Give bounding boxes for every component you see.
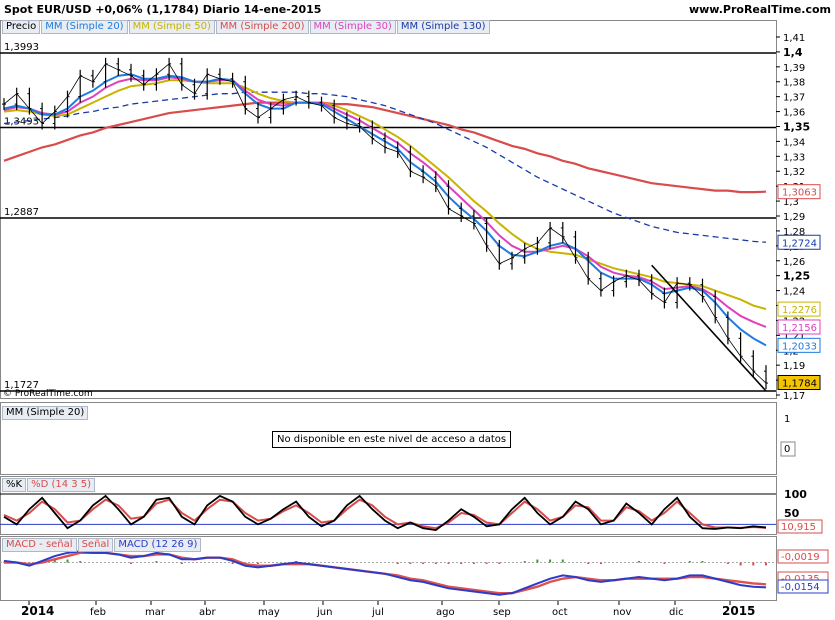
- x-axis-label: ago: [436, 607, 455, 618]
- horizontal-level-label: 1,3993: [4, 42, 39, 53]
- value-tag-label: 1,1784: [782, 378, 817, 389]
- price-y-tick-label: 1,32: [783, 167, 805, 178]
- series-ma130: [3, 91, 767, 243]
- value-tag-label: 1,2276: [782, 305, 817, 316]
- price-y-tick-label: 1,4: [783, 46, 803, 59]
- x-axis-label: abr: [199, 607, 216, 618]
- price-y-tick-label: 1,34: [783, 137, 805, 148]
- price-y-tick-label: 1,35: [783, 120, 810, 133]
- stoch-k-line: [3, 494, 767, 532]
- macd-legend: MACD - señal Señal MACD (12 26 9): [2, 538, 202, 552]
- legend-ma50[interactable]: MM (Simple 50): [128, 20, 215, 34]
- price-y-tick-label: 1,33: [783, 152, 805, 163]
- legend-ma20[interactable]: MM (Simple 20): [41, 20, 128, 34]
- macd-value-label: -0,0154: [781, 582, 820, 593]
- price-y-tick-label: 1,24: [783, 287, 805, 298]
- stoch-y-tick-label: 100: [784, 488, 807, 501]
- chart-canvas: 1,41 1,4 1,39 1,38 1,37 1,361,35 1,34 1,33 1,32 1…: [0, 20, 829, 618]
- panel2-legend-label[interactable]: MM (Simple 20): [2, 406, 89, 420]
- price-y-tick-label: 1,36: [783, 108, 805, 119]
- site-name[interactable]: www.ProRealTime.com: [689, 3, 831, 16]
- price-y-tick-label: 1,17: [783, 391, 805, 402]
- ma-panel-tick: 1: [784, 414, 790, 425]
- trend-line: [651, 264, 767, 392]
- copyright-label: © ProRealTime.com: [3, 389, 93, 399]
- x-axis-label: jun: [316, 607, 332, 618]
- chart-header: Spot EUR/USD +0,06% (1,1784) Diario 14-e…: [0, 0, 835, 20]
- x-axis-label: feb: [90, 607, 106, 618]
- stoch-legend-d[interactable]: %D (14 3 5): [27, 478, 96, 492]
- price-y-tick-label: 1,41: [783, 33, 805, 44]
- stoch-legend-k[interactable]: %K: [2, 478, 27, 492]
- macd-legend-hist[interactable]: MACD - señal: [2, 538, 77, 552]
- stoch-value-label: 10,915: [781, 522, 816, 533]
- x-axis-label: 2015: [722, 604, 755, 618]
- price-y-tick-label: 1,38: [783, 78, 805, 89]
- series-ma20: [3, 73, 767, 347]
- macd-legend-signal[interactable]: Señal: [77, 538, 114, 552]
- horizontal-level-label: 1,2887: [4, 207, 39, 218]
- x-axis-label: mar: [145, 607, 166, 618]
- x-axis-label: oct: [552, 607, 568, 618]
- horizontal-level-label: 1,3493: [4, 117, 39, 128]
- value-tag-label: 1,2724: [782, 238, 817, 249]
- price-y-tick-label: 1,39: [783, 63, 805, 74]
- ma-panel-tick: 0: [784, 444, 790, 455]
- data-unavailable-notice: No disponible en este nivel de acceso a …: [272, 431, 512, 448]
- x-axis-label: jul: [371, 607, 384, 618]
- stoch-y-tick-label: 50: [784, 507, 800, 520]
- value-tag-label: 1,2033: [782, 341, 817, 352]
- price-y-tick-label: 1,25: [783, 270, 810, 283]
- panel2-legend: MM (Simple 20): [2, 406, 89, 420]
- x-axis-label: nov: [613, 607, 631, 618]
- legend-ma30[interactable]: MM (Simple 30): [309, 20, 396, 34]
- x-axis-label: sep: [493, 607, 511, 618]
- macd-line: [3, 550, 767, 596]
- value-tag-label: 1,3063: [782, 188, 817, 199]
- value-tag-label: 1,2156: [782, 323, 817, 334]
- price-y-tick-label: 1,29: [783, 212, 805, 223]
- price-y-tick-label: 1,19: [783, 361, 805, 372]
- legend-ma200[interactable]: MM (Simple 200): [215, 20, 309, 34]
- price-y-tick-label: 1,37: [783, 93, 805, 104]
- x-axis-label: may: [258, 607, 280, 618]
- instrument-title: Spot EUR/USD +0,06% (1,1784) Diario 14-e…: [4, 3, 322, 16]
- macd-legend-macd[interactable]: MACD (12 26 9): [114, 538, 202, 552]
- macd-value-label: -0,0019: [781, 552, 820, 563]
- price-legend: Precio MM (Simple 20) MM (Simple 50) MM (Si…: [2, 20, 491, 34]
- x-axis-label: dic: [669, 607, 684, 618]
- price-y-tick-label: 1,26: [783, 257, 805, 268]
- legend-ma130[interactable]: MM (Simple 130): [396, 20, 490, 34]
- price-line: [3, 63, 767, 384]
- legend-precio[interactable]: Precio: [2, 20, 41, 34]
- stoch-legend: %K %D (14 3 5): [2, 478, 96, 492]
- x-axis-label: 2014: [21, 604, 54, 618]
